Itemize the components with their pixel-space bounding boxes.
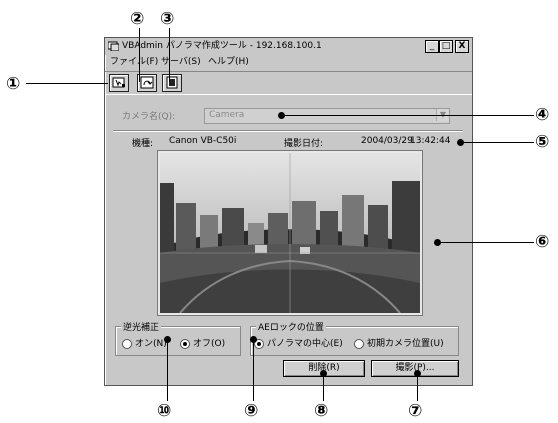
window-title: VBAdmin パノラマ作成ツール - 192.168.100.1 (122, 41, 322, 51)
leader-dot-9 (250, 336, 257, 343)
document-icon (166, 76, 178, 89)
leader-line-10 (167, 343, 168, 401)
leader-line-3 (169, 28, 170, 82)
leader-line-4 (285, 115, 534, 116)
backlight-title: 逆光補正 (121, 320, 162, 333)
leader-dot-8 (320, 370, 327, 377)
toolbar (105, 71, 472, 95)
backlight-on-label: オン(N) (135, 339, 167, 349)
leader-line-2 (139, 28, 140, 82)
menu-server[interactable]: サーバ(S) (161, 55, 201, 70)
ae-lock-title: AEロックの位置 (256, 320, 326, 333)
leader-dot-4 (278, 112, 285, 119)
callout-3: ③ (160, 9, 175, 29)
separator (113, 130, 463, 132)
toolbar-button-3[interactable] (162, 74, 182, 92)
app-icon (108, 41, 119, 51)
leader-dot-5 (457, 139, 464, 146)
callout-8: ⑧ (314, 401, 329, 421)
date-label: 撮影日付: (284, 139, 324, 149)
radio-indicator (354, 338, 364, 349)
app-window: VBAdmin パノラマ作成ツール - 192.168.100.1 _ □ X … (104, 37, 473, 386)
menu-bar: ファイル(F) サーバ(S) ヘルプ(H) (105, 55, 472, 70)
menu-help[interactable]: ヘルプ(H) (208, 55, 249, 70)
leader-line-5 (464, 142, 534, 143)
leader-line-9 (253, 343, 254, 401)
title-bar[interactable]: VBAdmin パノラマ作成ツール - 192.168.100.1 _ □ X (105, 38, 472, 55)
panorama-image (160, 153, 420, 313)
backlight-off-label: オフ(O) (193, 339, 226, 349)
camera-name-label: カメラ名(Q): (122, 112, 176, 122)
panorama-preview (157, 150, 423, 316)
radio-indicator-selected (180, 338, 190, 349)
callout-5: ⑤ (535, 132, 550, 152)
ae-lock-group: AEロックの位置 パノラマの中心(E) 初期カメラ位置(U) (250, 320, 459, 356)
toolbar-button-2[interactable] (137, 74, 157, 92)
model-value: Canon VB-C50i (169, 136, 237, 146)
minimize-button[interactable]: _ (425, 40, 439, 53)
radio-indicator (122, 338, 132, 349)
time-value: 13:42:44 (410, 136, 451, 146)
model-label: 機種: (132, 139, 154, 149)
camera-name-select[interactable]: Camera ▼ (204, 108, 450, 124)
camera-name-value: Camera (209, 110, 245, 120)
callout-4: ④ (535, 105, 550, 125)
close-button[interactable]: X (455, 40, 469, 53)
ae-initial-radio[interactable]: 初期カメラ位置(U) (354, 336, 444, 349)
ae-center-radio[interactable]: パノラマの中心(E) (254, 336, 343, 349)
toolbar-button-1[interactable] (109, 74, 129, 92)
callout-10: ⑩ (157, 401, 172, 421)
maximize-button[interactable]: □ (439, 40, 453, 53)
leader-line-6 (441, 242, 534, 243)
callout-7: ⑦ (408, 401, 423, 421)
leader-dot-6 (434, 239, 441, 246)
callout-6: ⑥ (535, 232, 550, 252)
leader-dot-10 (164, 336, 171, 343)
date-value: 2004/03/29 (361, 136, 413, 146)
leader-dot-7 (414, 370, 421, 377)
leader-line-7 (417, 377, 418, 401)
callout-9: ⑨ (244, 401, 259, 421)
backlight-off-radio[interactable]: オフ(O) (180, 336, 225, 349)
backlight-group: 逆光補正 オン(N) オフ(O) (115, 320, 241, 356)
connect-icon (140, 76, 154, 89)
backlight-on-radio[interactable]: オン(N) (122, 336, 167, 349)
callout-1: ① (6, 74, 21, 94)
callout-2: ② (130, 9, 145, 29)
ae-initial-label: 初期カメラ位置(U) (367, 339, 444, 349)
menu-file[interactable]: ファイル(F) (110, 55, 158, 70)
leader-line-1 (26, 83, 108, 84)
capture-icon (112, 77, 125, 88)
ae-center-label: パノラマの中心(E) (267, 339, 343, 349)
leader-line-8 (323, 377, 324, 401)
